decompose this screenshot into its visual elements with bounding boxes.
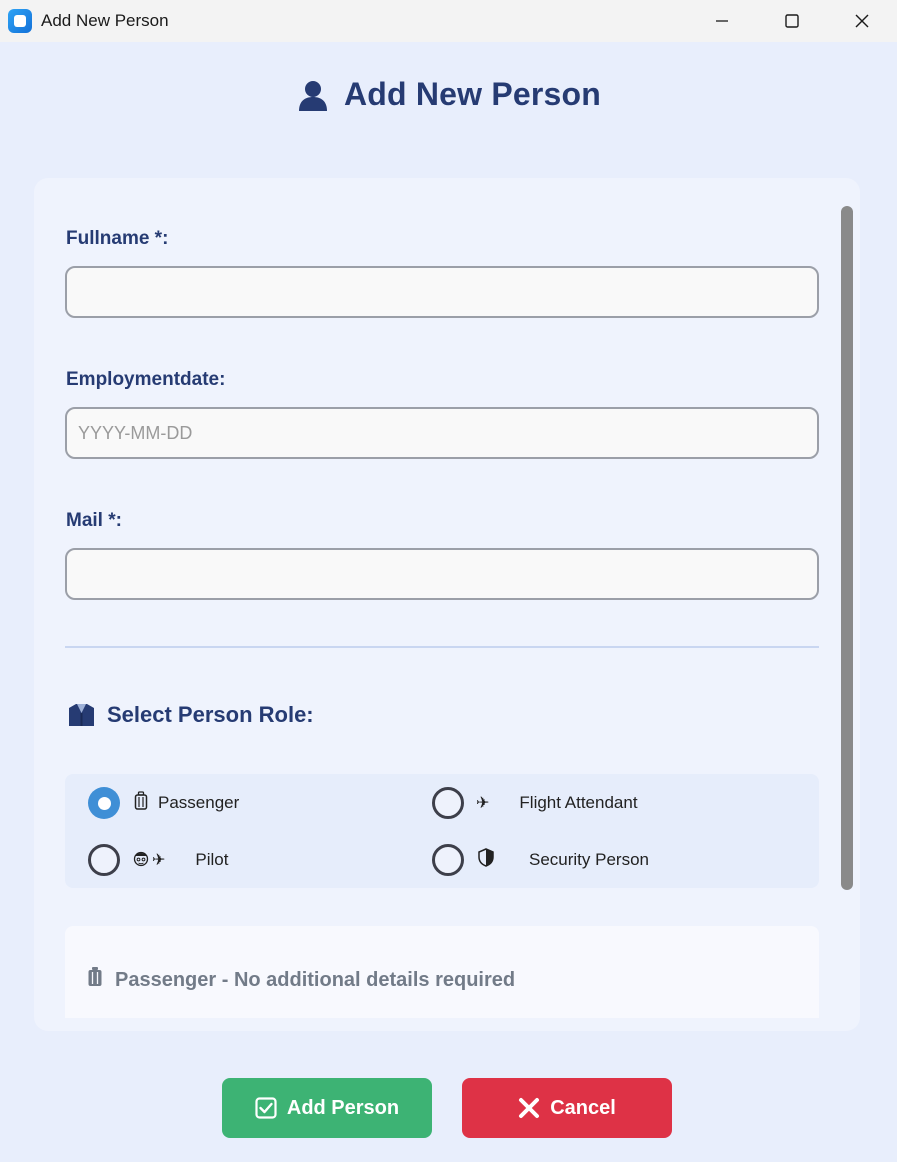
details-luggage-icon [87, 966, 103, 994]
passenger-radio[interactable] [88, 787, 120, 819]
mail-label: Mail *: [66, 510, 122, 531]
close-button[interactable] [827, 0, 897, 42]
close-icon [855, 14, 869, 28]
security-person-radio[interactable] [432, 844, 464, 876]
cancel-button[interactable]: Cancel [462, 1078, 672, 1138]
employmentdate-label: Employmentdate: [66, 369, 226, 390]
role-flight-attendant[interactable]: ✈ Flight Attendant [432, 787, 638, 819]
shield-icon [478, 848, 494, 872]
role-details-panel: Passenger - No additional details requir… [65, 926, 819, 1018]
fullname-input[interactable] [65, 266, 819, 318]
minimize-icon [716, 20, 728, 22]
minimize-button[interactable] [687, 0, 757, 42]
airplane-icon: ✈ [476, 795, 490, 812]
role-passenger[interactable]: Passenger [88, 787, 239, 819]
uniform-icon [69, 704, 94, 726]
cancel-label: Cancel [550, 1096, 616, 1119]
pilot-label: Pilot [195, 850, 229, 869]
role-section-title: Select Person Role: [68, 702, 314, 728]
add-person-label: Add Person [286, 1096, 400, 1119]
scrollbar[interactable] [841, 206, 853, 890]
window-title: Add New Person [41, 11, 169, 30]
employmentdate-input[interactable] [65, 407, 819, 459]
role-section-label: Select Person Role: [107, 702, 314, 727]
maximize-icon [785, 14, 799, 28]
maximize-button[interactable] [757, 0, 827, 42]
role-pilot[interactable]: ✈ Pilot [88, 844, 228, 876]
divider [65, 646, 819, 648]
flight-attendant-radio[interactable] [432, 787, 464, 819]
mail-input[interactable] [65, 548, 819, 600]
window-controls [687, 0, 897, 42]
fullname-label: Fullname *: [66, 228, 169, 249]
security-person-label: Security Person [529, 850, 649, 869]
app-icon [8, 9, 32, 33]
page-title: Add New Person [343, 76, 602, 112]
pilot-airplane-icon: ✈ [152, 852, 166, 869]
page-header: Add New Person [0, 76, 897, 113]
close-x-icon [519, 1098, 540, 1118]
flight-attendant-label: Flight Attendant [519, 793, 638, 812]
add-person-button[interactable]: Add Person [222, 1078, 432, 1138]
role-security-person[interactable]: Security Person [432, 844, 649, 876]
person-icon [298, 80, 327, 111]
checkbox-check-icon [255, 1097, 277, 1119]
window-titlebar: Add New Person [0, 0, 897, 42]
pilot-icon [132, 849, 150, 872]
luggage-icon [134, 790, 148, 816]
passenger-label: Passenger [158, 793, 240, 812]
role-details-message: Passenger - No additional details requir… [87, 966, 515, 994]
pilot-radio[interactable] [88, 844, 120, 876]
details-text: Passenger - No additional details requir… [115, 968, 516, 991]
